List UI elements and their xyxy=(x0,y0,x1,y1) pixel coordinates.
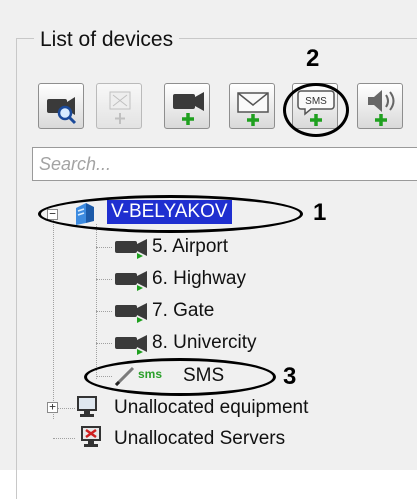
unallocated-expand-toggle[interactable]: + xyxy=(47,401,58,413)
tree-node-camera[interactable]: 7. Gate xyxy=(152,299,214,323)
tree-branch xyxy=(96,247,112,248)
callout-ellipse-2 xyxy=(283,83,349,137)
camera-icon xyxy=(115,271,147,291)
callout-number-2: 2 xyxy=(306,45,320,72)
camera-icon xyxy=(115,303,147,323)
server-error-icon xyxy=(81,426,101,447)
tree-node-camera[interactable]: 8. Univercity xyxy=(152,331,257,355)
tree-node-unallocated-servers[interactable]: Unallocated Servers xyxy=(114,427,285,451)
tree-branch xyxy=(53,438,75,439)
tree-branch xyxy=(96,311,112,312)
callout-number-1: 1 xyxy=(313,199,327,226)
tree-branch xyxy=(96,279,112,280)
camera-icon xyxy=(115,335,147,355)
computer-icon xyxy=(77,396,97,417)
callout-ellipse-1 xyxy=(38,195,303,233)
tree-node-camera[interactable]: 6. Highway xyxy=(152,267,246,291)
tree-line-root xyxy=(53,219,54,419)
tree-node-unallocated-equipment[interactable]: Unallocated equipment xyxy=(114,396,308,420)
tree-node-camera[interactable]: 5. Airport xyxy=(152,235,228,259)
callout-number-3: 3 xyxy=(283,363,297,390)
camera-icon xyxy=(115,239,147,259)
tree-branch xyxy=(96,343,112,344)
device-tree: − V-BELYAKOV 5. Airport 6. Highway 7. Ga… xyxy=(0,0,417,470)
callout-ellipse-3 xyxy=(84,358,276,396)
devices-panel: List of devices SMS Search... − V-BELYAK… xyxy=(0,0,417,499)
